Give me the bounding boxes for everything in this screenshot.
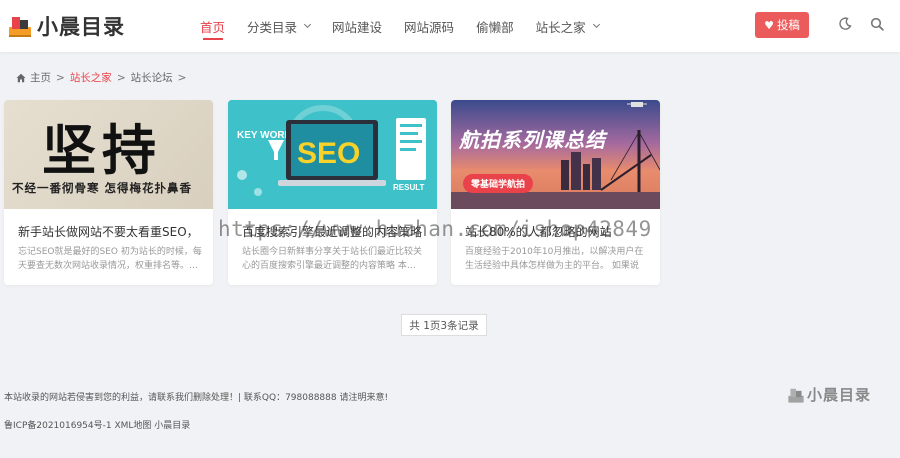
breadcrumb: 主页 > 站长之家 > 站长论坛 > xyxy=(16,70,191,85)
footer-icp[interactable]: 鲁ICP备2021016954号-1 XML地图 小晨目录 xyxy=(4,418,190,431)
thumbnail-seo-text: SEO xyxy=(297,137,360,170)
logo-icon xyxy=(9,17,31,37)
article-thumbnail[interactable]: 航拍系列课总结 零基础学航拍 xyxy=(451,100,660,209)
moon-icon[interactable] xyxy=(838,17,852,31)
footer-logo-text: 小晨目录 xyxy=(807,386,872,404)
thumbnail-keyword-text: KEY WORD xyxy=(237,130,292,141)
nav-label: 网站建设 xyxy=(332,19,383,35)
nav-label: 分类目录 xyxy=(247,19,298,35)
chevron-down-icon xyxy=(303,20,312,29)
article-title[interactable]: 百度搜索引擎最近调整的内容策略 xyxy=(242,223,427,240)
article-title[interactable]: 新手站长做网站不要太看重SEO， xyxy=(18,223,203,240)
seo-illustration: KEY WORD SEO RESULT xyxy=(228,100,437,209)
nav-item-webmaster[interactable]: 站长之家 xyxy=(535,0,600,52)
nav-item-website-source[interactable]: 网站源码 xyxy=(404,0,454,52)
submit-button[interactable]: ♥ 投稿 xyxy=(755,12,809,38)
nav-label: 站长之家 xyxy=(535,19,586,35)
article-title[interactable]: 站长80%的人都忽略的网站 xyxy=(465,223,650,240)
nav-item-home[interactable]: 首页 xyxy=(200,0,225,52)
submit-label: 投稿 xyxy=(776,18,800,32)
search-icon[interactable] xyxy=(870,17,884,31)
nav-label: 网站源码 xyxy=(404,19,455,35)
site-logo[interactable]: 小晨目录 xyxy=(7,10,125,42)
nav-item-website-building[interactable]: 网站建设 xyxy=(332,0,382,52)
home-icon xyxy=(16,73,26,82)
article-card[interactable]: 航拍系列课总结 零基础学航拍 站长80%的人都忽略的网站 百度经验于2010年1… xyxy=(451,100,660,285)
nav-item-categories[interactable]: 分类目录 xyxy=(247,0,312,52)
thumbnail-title: 航拍系列课总结 xyxy=(459,128,606,152)
article-thumbnail[interactable]: KEY WORD SEO RESULT xyxy=(228,100,437,209)
breadcrumb-separator: > xyxy=(177,71,187,84)
nav-label: 首页 xyxy=(200,19,226,35)
main-nav: 首页 分类目录 网站建设 网站源码 偷懒部 站长之家 xyxy=(200,0,621,52)
thumbnail-badge: 零基础学航拍 xyxy=(463,174,534,193)
breadcrumb-home[interactable]: 主页 xyxy=(30,70,51,85)
footer-logo[interactable]: 小晨目录 xyxy=(787,384,871,405)
nav-item-lazy[interactable]: 偷懒部 xyxy=(476,0,514,52)
article-card[interactable]: KEY WORD SEO RESULT 百度搜索引擎最近调整的内容策略 站长圈今… xyxy=(228,100,437,285)
thumbnail-caption: 不经一番彻骨寒 怎得梅花扑鼻香 xyxy=(12,181,193,195)
breadcrumb-separator: > xyxy=(116,71,126,84)
site-header: 小晨目录 首页 分类目录 网站建设 网站源码 偷懒部 站长之家 ♥ 投稿 xyxy=(0,0,900,52)
breadcrumb-separator: > xyxy=(56,71,65,84)
logo-icon xyxy=(788,388,804,403)
logo-text: 小晨目录 xyxy=(37,15,125,39)
footer-disclaimer: 本站收录的网站若侵害到您的利益，请联系我们删除处理！| 联系QQ：7980888… xyxy=(4,393,389,403)
chevron-down-icon xyxy=(592,20,600,29)
breadcrumb-webmaster[interactable]: 站长之家 xyxy=(70,70,112,85)
thumbnail-calligraphy-text: 坚持 xyxy=(42,118,162,182)
article-thumbnail[interactable]: 坚持 不经一番彻骨寒 怎得梅花扑鼻香 xyxy=(4,100,213,209)
article-excerpt: 站长圈今日新鲜事分享关于站长们最近比较关心的百度搜索引擎最近调整的内容策略 本… xyxy=(242,247,423,271)
nav-label: 偷懒部 xyxy=(476,19,514,35)
heart-icon: ♥ xyxy=(764,18,774,32)
pagination-summary: 共 1页3条记录 xyxy=(401,314,487,336)
article-card[interactable]: 坚持 不经一番彻骨寒 怎得梅花扑鼻香 新手站长做网站不要太看重SEO， 忘记SE… xyxy=(4,100,213,285)
article-excerpt: 百度经验于2010年10月推出，以解决用户在生活经验中具体怎样做为主的平台。 如… xyxy=(465,247,644,271)
breadcrumb-forum[interactable]: 站长论坛 xyxy=(131,70,173,85)
article-excerpt: 忘记SEO就是最好的SEO 初为站长的时候，每天要查无数次网站收录情况，权重排名… xyxy=(18,247,202,271)
thumbnail-result-text: RESULT xyxy=(393,183,425,192)
